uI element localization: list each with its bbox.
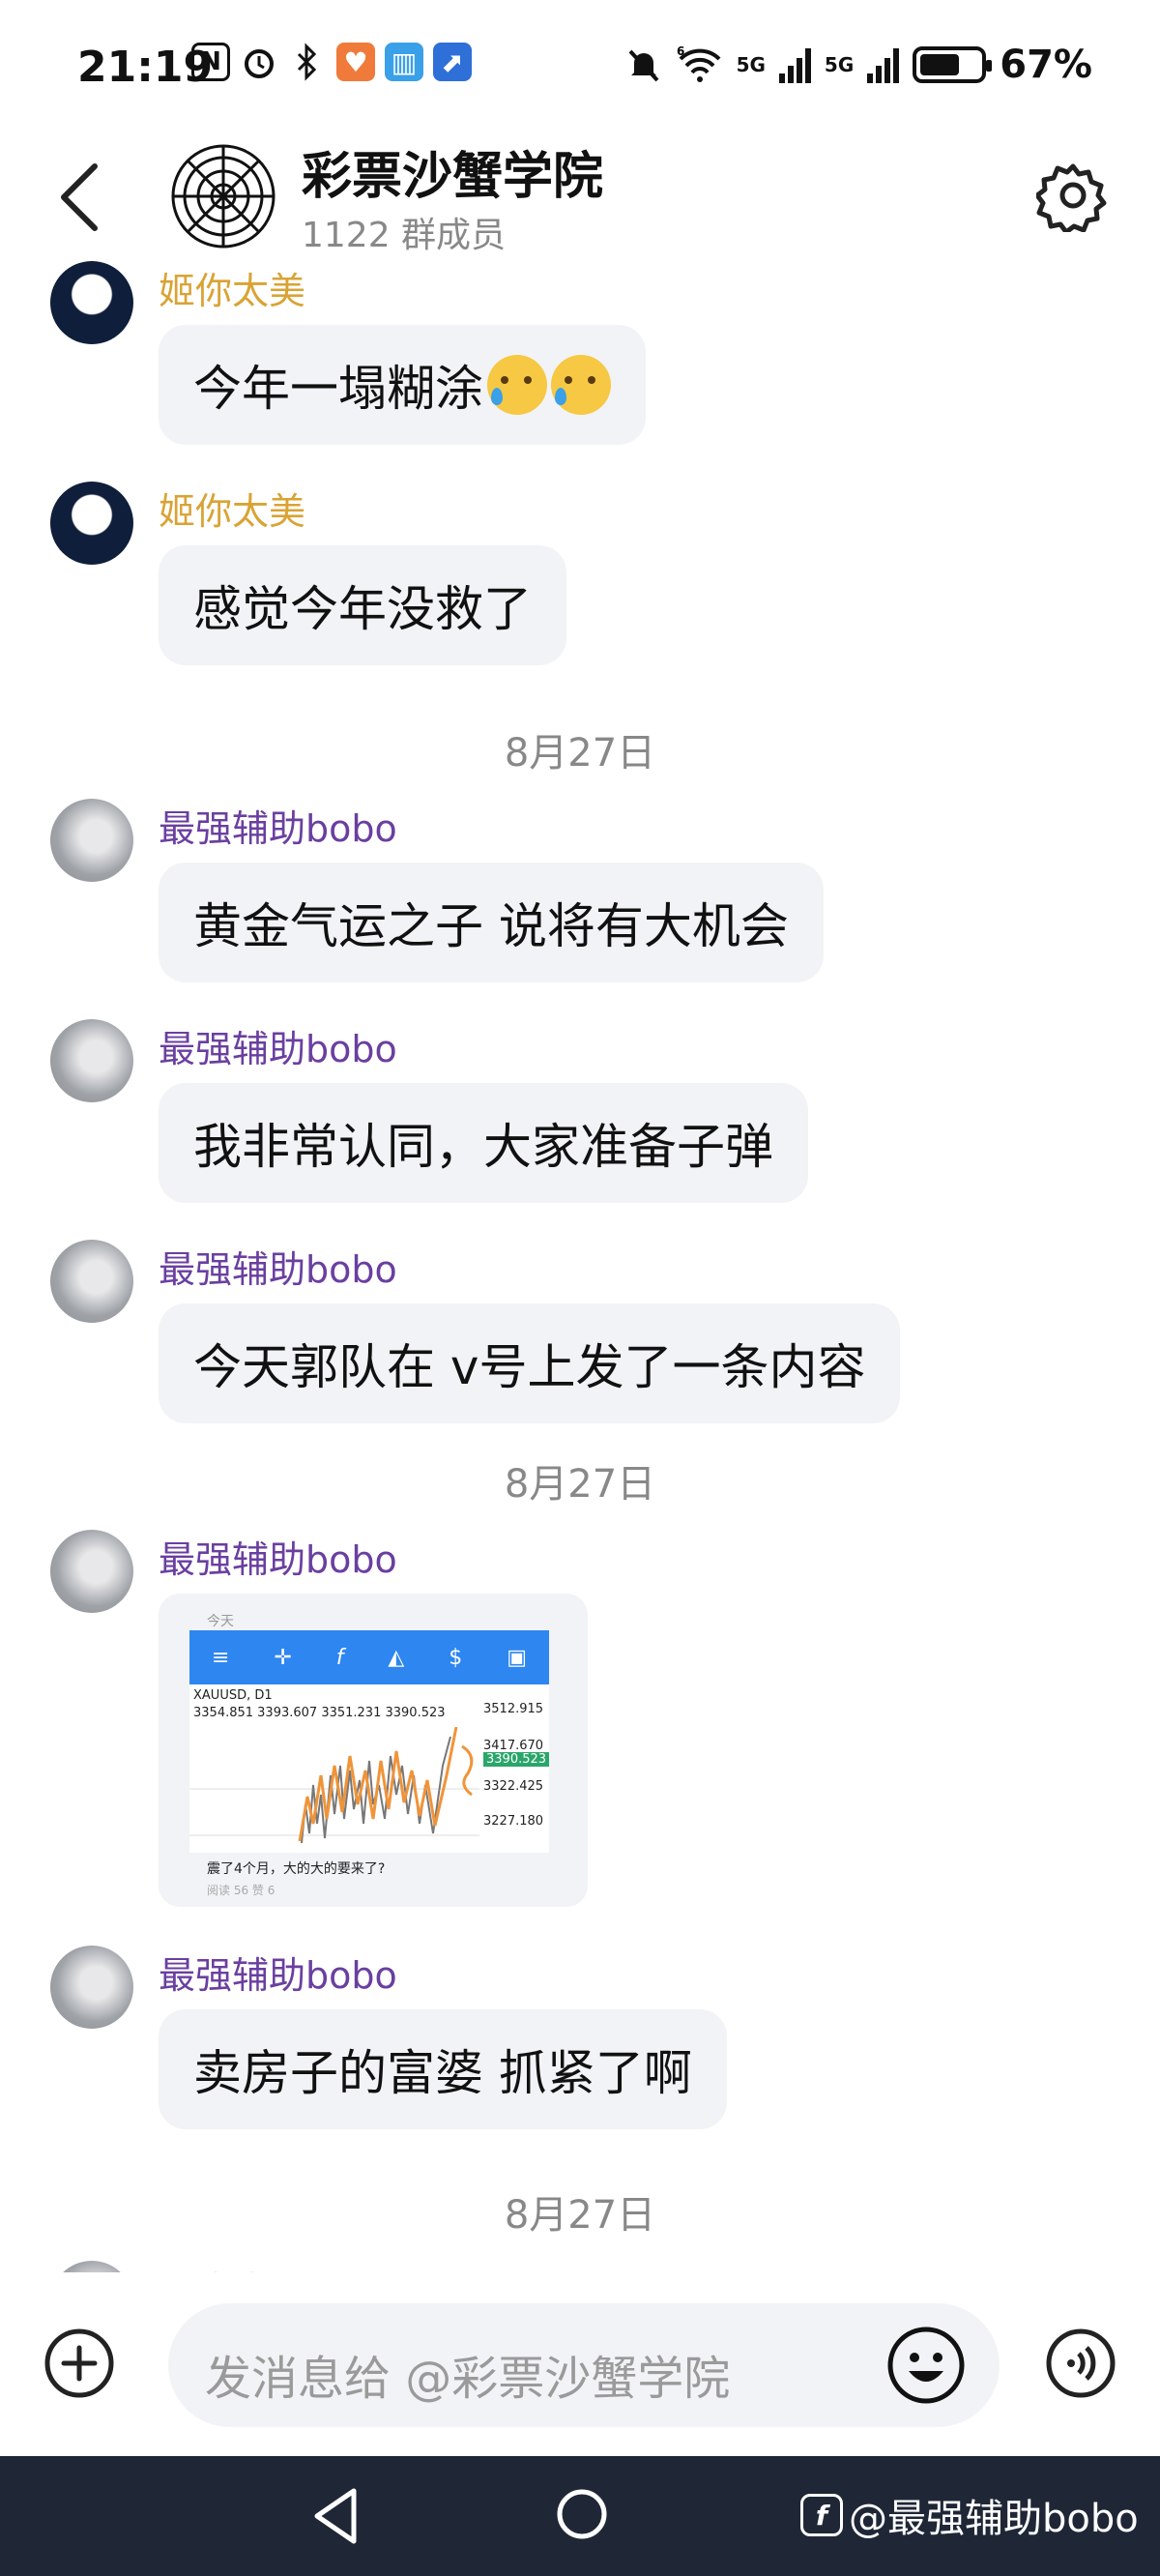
message-bubble[interactable]: 感觉今年没救了 [159,545,566,665]
emoji-smile-icon[interactable] [885,2325,967,2406]
sad-tear-emoji-icon [487,355,547,415]
watermark: f @最强辅助bobo [800,2487,1139,2543]
avatar[interactable] [50,261,133,344]
sender-name[interactable]: 最强辅助bobo [159,1946,397,1999]
sender-name[interactable]: 周班班 [159,2261,269,2272]
nav-back-triangle-icon[interactable] [307,2485,365,2547]
avatar[interactable] [50,1530,133,1613]
function-icon: f [335,1645,344,1670]
group-member-count[interactable]: 1122 群成员 [302,207,506,257]
avatar[interactable] [50,1019,133,1102]
sender-name[interactable]: 最强辅助bobo [159,1530,397,1583]
message-bubble[interactable]: 今年一塌糊涂 [159,325,646,445]
crosshair-icon: ✛ [274,1645,292,1670]
message-input-bar: 发消息给 @彩票沙蟹学院 [0,2272,1160,2456]
group-title: 彩票沙蟹学院 [302,148,604,206]
price-tick: 3512.915 [483,1702,544,1716]
message-text: 黄金气运之子 说将有大机会 [193,898,789,954]
app-book-icon: ▥ [385,43,423,81]
status-app-icons: N ♥ ▥ ⬈ [191,43,472,81]
image-message-card[interactable]: 今天 ≡ ✛ f ◭ $ ▣ XAUUSD, D1 3354.851 3393.… [159,1594,588,1907]
chart-ohlc: 3354.851 3393.607 3351.231 3390.523 [193,1706,446,1720]
sender-name[interactable]: 最强辅助bobo [159,799,397,852]
chat-scroll-area[interactable]: 姬你太美 今年一塌糊涂 姬你太美 感觉今年没救了 8月27日 最强辅助bobo … [0,261,1160,2272]
shapes-icon: ◭ [388,1645,405,1670]
back-arrow-icon[interactable] [52,159,110,236]
network-label-1: 5G [736,53,766,76]
message-input[interactable]: 发消息给 @彩票沙蟹学院 [168,2303,1000,2427]
price-tick: 3417.670 [483,1739,544,1753]
battery-icon [913,46,993,83]
date-separator: 8月27日 [504,1462,656,1507]
signal-bars-2 [867,46,900,83]
message-text: 卖房子的富婆 抓紧了啊 [193,2045,692,2101]
group-avatar[interactable] [166,139,280,253]
avatar[interactable] [50,1946,133,2029]
message-text: 感觉今年没救了 [193,581,532,637]
wifi-badge: 6 [677,45,684,58]
menu-icon: ≡ [211,1645,230,1670]
status-bar: 21:19 N ♥ ▥ ⬈ 6 5G 5G 67% [0,0,1160,135]
price-scale: 3512.915 3417.670 3390.523 3322.425 3227… [479,1688,550,1853]
nfc-icon: N [191,43,230,81]
chart-screenshot: ≡ ✛ f ◭ $ ▣ XAUUSD, D1 3354.851 3393.607… [189,1630,550,1853]
watermark-text: @最强辅助bobo [849,2497,1139,2541]
sad-tear-emoji-icon [551,355,611,415]
signal-bars-1 [778,46,811,83]
watermark-logo-icon: f [800,2494,843,2536]
card-caption: 震了4个月，大的大的要来了? [207,1861,386,1877]
current-price-tag: 3390.523 [483,1752,550,1767]
mute-icon [628,49,659,82]
message-bubble[interactable]: 我非常认同，大家准备子弹 [159,1083,808,1203]
price-tick: 3322.425 [483,1779,544,1794]
bluetooth-icon [288,43,327,81]
sender-name[interactable]: 最强辅助bobo [159,1240,397,1293]
chart-symbol: XAUUSD, D1 [193,1688,273,1703]
message-text: 今年一塌糊涂 [193,361,483,417]
price-tick: 3227.180 [483,1814,544,1829]
plus-circle-icon[interactable] [43,2327,116,2400]
avatar[interactable] [50,2261,133,2272]
card-top-label: 今天 [207,1614,234,1629]
wifi-icon: 6 [677,45,720,82]
chat-header: 彩票沙蟹学院 1122 群成员 [0,135,1160,261]
input-placeholder: 发消息给 @彩票沙蟹学院 [205,2352,731,2406]
settings-gear-icon[interactable] [1036,159,1110,232]
app-heart-icon: ♥ [336,43,375,81]
message-text: 今天郭队在 v号上发了一条内容 [193,1339,866,1395]
price-chart-lines [189,1727,479,1844]
card-meta: 阅读 56 赞 6 [207,1884,276,1897]
status-right: 6 5G 5G 67% [624,43,1092,87]
avatar[interactable] [50,799,133,882]
date-separator: 8月27日 [504,2193,656,2238]
chart-toolbar: ≡ ✛ f ◭ $ ▣ [189,1630,549,1684]
avatar[interactable] [50,482,133,565]
avatar[interactable] [50,1240,133,1323]
sender-name[interactable]: 姬你太美 [159,261,305,314]
app-chart-icon: ⬈ [433,43,472,81]
sender-name[interactable]: 最强辅助bobo [159,1019,397,1072]
document-add-icon: ▣ [507,1645,527,1670]
voice-input-icon[interactable] [1044,2327,1117,2400]
message-text: 我非常认同，大家准备子弹 [193,1119,773,1175]
alarm-icon [240,43,278,81]
dollar-icon: $ [449,1645,463,1670]
nav-home-circle-icon[interactable] [555,2487,609,2541]
message-bubble[interactable]: 卖房子的富婆 抓紧了啊 [159,2009,727,2129]
battery-percent: 67% [1000,43,1092,87]
sender-name[interactable]: 姬你太美 [159,482,305,535]
system-nav-bar: f @最强辅助bobo [0,2456,1160,2576]
message-bubble[interactable]: 今天郭队在 v号上发了一条内容 [159,1303,901,1423]
message-bubble[interactable]: 黄金气运之子 说将有大机会 [159,863,824,982]
date-separator: 8月27日 [504,731,656,776]
network-label-2: 5G [824,53,855,76]
